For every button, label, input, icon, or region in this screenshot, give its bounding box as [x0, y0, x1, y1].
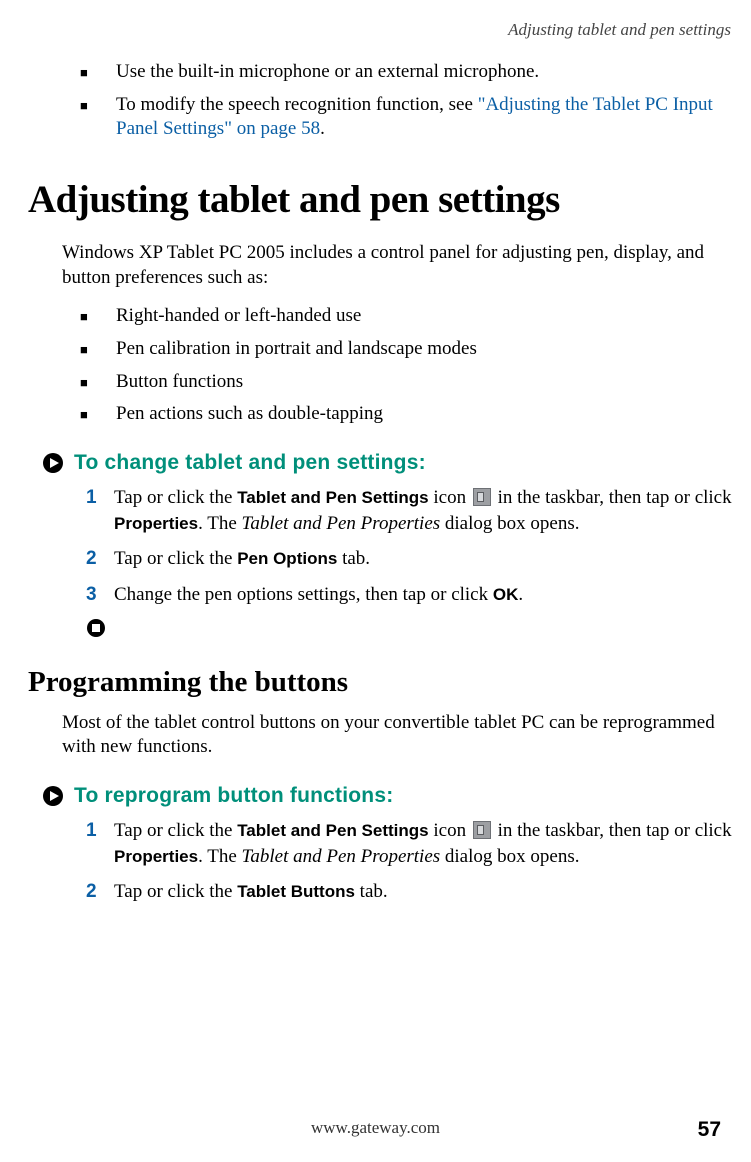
subsection-heading: Programming the buttons [28, 666, 735, 699]
intro-bullet-list: Use the built-in microphone or an extern… [28, 60, 735, 142]
step-text: Tap or click the [114, 487, 237, 508]
step-text: dialog box opens. [440, 513, 579, 534]
play-arrow-icon [42, 785, 64, 807]
section-intro: Windows XP Tablet PC 2005 includes a con… [62, 241, 735, 290]
bullet-text: Right-handed or left-handed use [116, 305, 361, 326]
step-text: icon [429, 820, 471, 841]
ui-element: OK [493, 585, 519, 604]
list-item: To modify the speech recognition functio… [80, 93, 735, 142]
procedure-steps: Tap or click the Tablet and Pen Settings… [28, 818, 735, 905]
ui-element: Tablet Buttons [237, 882, 355, 901]
step-text: Change the pen options settings, then ta… [114, 584, 493, 605]
step-text: . The [198, 513, 241, 534]
step-text: icon [429, 487, 471, 508]
step-text: Tap or click the [114, 548, 237, 569]
procedure-header: To reprogram button functions: [42, 784, 735, 808]
subsection-intro: Most of the tablet control buttons on yo… [62, 711, 735, 760]
section-heading: Adjusting tablet and pen settings [28, 178, 735, 223]
bullet-text: Use the built-in microphone or an extern… [116, 61, 539, 82]
bullet-text: To modify the speech recognition functio… [116, 94, 478, 115]
step-text: . [518, 584, 523, 605]
ui-element: Pen Options [237, 549, 337, 568]
step-text: tab. [337, 548, 370, 569]
page: Adjusting tablet and pen settings Use th… [0, 0, 751, 1162]
step-text: Tap or click the [114, 820, 237, 841]
step-text: tab. [355, 881, 388, 902]
running-head: Adjusting tablet and pen settings [28, 20, 735, 40]
step-text: Tap or click the [114, 881, 237, 902]
bullet-text: Pen actions such as double-tapping [116, 403, 383, 424]
ui-element: Properties [114, 847, 198, 866]
page-number: 57 [698, 1118, 721, 1142]
list-item: Button functions [80, 370, 735, 395]
list-item: Right-handed or left-handed use [80, 304, 735, 329]
ui-element: Tablet and Pen Settings [237, 821, 428, 840]
stop-icon [86, 618, 106, 638]
tablet-pen-settings-icon [473, 488, 491, 506]
step-text: . The [198, 846, 241, 867]
step-text: in the taskbar, then tap or click [493, 487, 732, 508]
bullet-text: Pen calibration in portrait and landscap… [116, 338, 477, 359]
procedure-title: To reprogram button functions: [74, 784, 393, 808]
step-text: dialog box opens. [440, 846, 579, 867]
bullet-text: Button functions [116, 371, 243, 392]
step-item: Tap or click the Tablet and Pen Settings… [86, 818, 735, 869]
procedure-title: To change tablet and pen settings: [74, 451, 426, 475]
list-item: Use the built-in microphone or an extern… [80, 60, 735, 85]
play-arrow-icon [42, 452, 64, 474]
step-item: Tap or click the Tablet and Pen Settings… [86, 485, 735, 536]
dialog-name: Tablet and Pen Properties [242, 846, 441, 867]
ui-element: Properties [114, 514, 198, 533]
step-item: Tap or click the Pen Options tab. [86, 546, 735, 572]
step-text: in the taskbar, then tap or click [493, 820, 732, 841]
step-item: Change the pen options settings, then ta… [86, 582, 735, 608]
procedure-steps: Tap or click the Tablet and Pen Settings… [28, 485, 735, 608]
footer-url: www.gateway.com [0, 1118, 751, 1138]
list-item: Pen calibration in portrait and landscap… [80, 337, 735, 362]
ui-element: Tablet and Pen Settings [237, 488, 428, 507]
dialog-name: Tablet and Pen Properties [242, 513, 441, 534]
feature-bullet-list: Right-handed or left-handed use Pen cali… [28, 304, 735, 427]
procedure-header: To change tablet and pen settings: [42, 451, 735, 475]
tablet-pen-settings-icon [473, 821, 491, 839]
step-item: Tap or click the Tablet Buttons tab. [86, 879, 735, 905]
bullet-text-after: . [320, 118, 325, 139]
list-item: Pen actions such as double-tapping [80, 402, 735, 427]
